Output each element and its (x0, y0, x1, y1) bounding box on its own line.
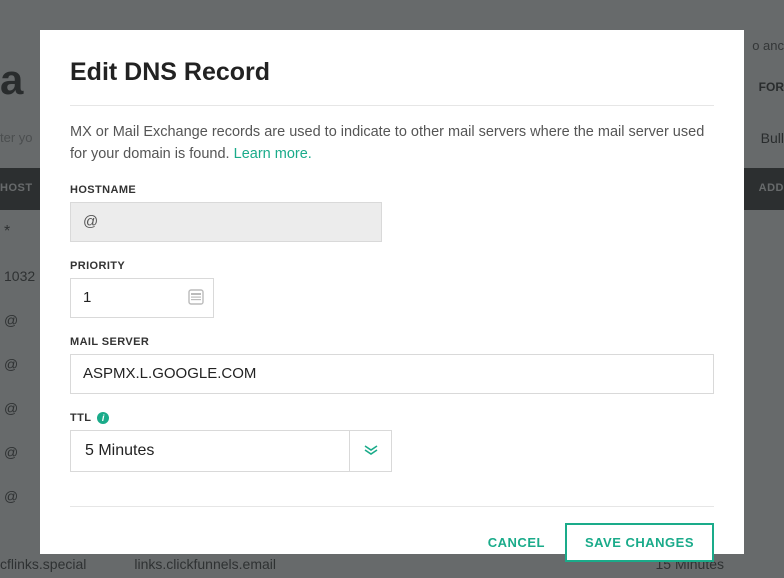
mailserver-input[interactable] (70, 354, 714, 394)
hostname-label: HOSTNAME (70, 184, 714, 196)
edit-dns-dialog: Edit DNS Record MX or Mail Exchange reco… (40, 30, 744, 554)
priority-label: PRIORITY (70, 260, 714, 272)
description-text: MX or Mail Exchange records are used to … (70, 124, 704, 162)
dialog-actions: CANCEL SAVE CHANGES (70, 523, 714, 562)
chevron-down-icon (364, 442, 378, 460)
cancel-button[interactable]: CANCEL (488, 535, 545, 550)
divider (70, 105, 714, 106)
dialog-description: MX or Mail Exchange records are used to … (70, 122, 714, 166)
learn-more-link[interactable]: Learn more. (234, 146, 312, 162)
info-icon[interactable]: i (97, 412, 109, 424)
ttl-label: TTL (70, 412, 91, 424)
save-button[interactable]: SAVE CHANGES (565, 523, 714, 562)
dialog-title: Edit DNS Record (70, 58, 714, 87)
mailserver-label: MAIL SERVER (70, 336, 714, 348)
ttl-label-row: TTL i (70, 412, 714, 424)
footer-divider (70, 506, 714, 507)
ttl-dropdown-button[interactable] (350, 430, 392, 472)
priority-input[interactable] (70, 278, 214, 318)
ttl-select[interactable]: 5 Minutes (70, 430, 350, 472)
hostname-input (70, 202, 382, 242)
